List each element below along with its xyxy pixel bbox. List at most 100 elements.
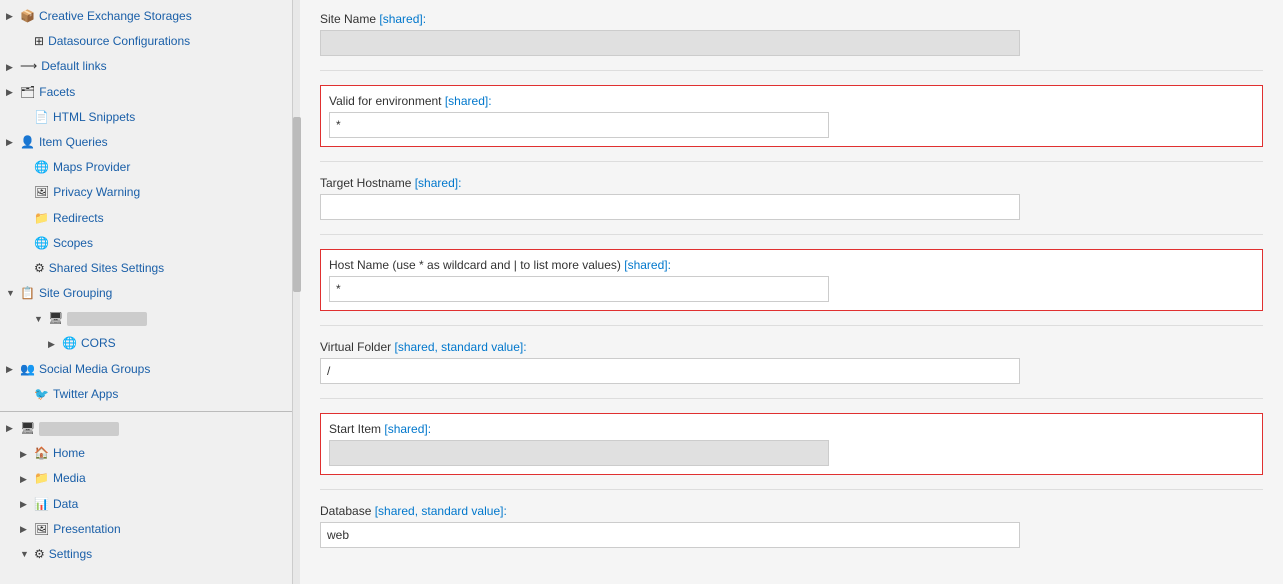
tree-label-default-links: Default links: [41, 57, 106, 76]
field-input-database[interactable]: [320, 522, 1020, 548]
tree-icon-privacy-warning: 🖼: [34, 183, 49, 202]
sidebar: ▶📦Creative Exchange Storages⊞Datasource …: [0, 0, 300, 584]
tree-icon-facets: 🗂: [20, 83, 35, 102]
tree-arrow-media: ▶: [20, 472, 32, 486]
field-shared-tag-host-name: [shared]:: [624, 258, 671, 272]
tree-label-site-grouping-child: BLURRED: [67, 312, 147, 326]
field-shared-tag-virtual-folder: [shared, standard value]:: [394, 340, 526, 354]
sidebar-item-default-links[interactable]: ▶⟶Default links: [0, 54, 299, 79]
field-divider-start-item: [320, 489, 1263, 490]
tree-icon-default-links: ⟶: [20, 57, 37, 76]
field-input-target-hostname[interactable]: [320, 194, 1020, 220]
tree-icon-media: 📁: [34, 469, 49, 488]
tree-icon-datasource-config: ⊞: [34, 32, 44, 51]
main-content: Site Name [shared]: Valid for environment…: [300, 0, 1283, 584]
sidebar-item-site-grouping-child[interactable]: ▼🖥BLURRED: [0, 306, 299, 331]
field-shared-tag-target-hostname: [shared]:: [415, 176, 462, 190]
sidebar-scroll-thumb[interactable]: [293, 117, 301, 292]
tree-label-settings-main: Settings: [49, 545, 92, 564]
sidebar-item-creative-exchange[interactable]: ▶📦Creative Exchange Storages: [0, 4, 299, 29]
tree-arrow-blurred-root: ▶: [6, 421, 18, 435]
tree-icon-scopes: 🌐: [34, 234, 49, 253]
sidebar-item-settings-main[interactable]: ▼⚙Settings: [0, 542, 299, 567]
field-divider-valid-for-environment: [320, 161, 1263, 162]
sidebar-item-html-snippets[interactable]: 📄HTML Snippets: [0, 105, 299, 130]
field-group-site-name: Site Name [shared]:: [320, 12, 1263, 56]
tree-icon-cors: 🌐: [62, 334, 77, 353]
tree-icon-home: 🏠: [34, 444, 49, 463]
tree-label-facets: Facets: [39, 83, 75, 102]
tree-arrow-site-grouping-child: ▼: [34, 312, 46, 326]
tree-arrow-social-media-groups: ▶: [6, 362, 18, 376]
field-divider-target-hostname: [320, 234, 1263, 235]
tree-arrow-home: ▶: [20, 447, 32, 461]
tree-label-twitter-apps: Twitter Apps: [53, 385, 118, 404]
tree-icon-redirects: 📁: [34, 209, 49, 228]
field-divider-host-name: [320, 325, 1263, 326]
tree-icon-settings-main: ⚙: [34, 545, 45, 564]
field-group-valid-for-environment: Valid for environment [shared]:: [320, 85, 1263, 147]
sidebar-item-social-media-groups[interactable]: ▶👥Social Media Groups: [0, 357, 299, 382]
tree-arrow-settings-main: ▼: [20, 547, 32, 561]
tree-icon-presentation: 🖼: [34, 520, 49, 539]
tree-icon-blurred-root: 🖥: [20, 419, 35, 438]
tree-arrow-presentation: ▶: [20, 522, 32, 536]
sidebar-item-datasource-config[interactable]: ⊞Datasource Configurations: [0, 29, 299, 54]
field-input-virtual-folder[interactable]: [320, 358, 1020, 384]
field-label-target-hostname: Target Hostname [shared]:: [320, 176, 1263, 190]
tree-icon-shared-sites-settings: ⚙: [34, 259, 45, 278]
field-input-start-item[interactable]: [329, 440, 829, 466]
tree-arrow-site-grouping: ▼: [6, 286, 18, 300]
tree-arrow-item-queries: ▶: [6, 135, 18, 149]
sidebar-item-privacy-warning[interactable]: 🖼Privacy Warning: [0, 180, 299, 205]
sidebar-separator: [0, 411, 299, 412]
sidebar-item-shared-sites-settings[interactable]: ⚙Shared Sites Settings: [0, 256, 299, 281]
sidebar-item-home[interactable]: ▶🏠Home: [0, 441, 299, 466]
sidebar-item-site-grouping[interactable]: ▼📋Site Grouping: [0, 281, 299, 306]
tree-icon-html-snippets: 📄: [34, 108, 49, 127]
tree-arrow-data: ▶: [20, 497, 32, 511]
field-label-site-name: Site Name [shared]:: [320, 12, 1263, 26]
field-group-host-name: Host Name (use * as wildcard and | to li…: [320, 249, 1263, 311]
tree-label-site-grouping: Site Grouping: [39, 284, 112, 303]
sidebar-item-cors[interactable]: ▶🌐CORS: [0, 331, 299, 356]
field-divider-site-name: [320, 70, 1263, 71]
sidebar-item-presentation[interactable]: ▶🖼Presentation: [0, 517, 299, 542]
sidebar-item-twitter-apps[interactable]: 🐦Twitter Apps: [0, 382, 299, 407]
sidebar-item-scopes[interactable]: 🌐Scopes: [0, 231, 299, 256]
tree-label-cors: CORS: [81, 334, 116, 353]
field-shared-tag-start-item: [shared]:: [384, 422, 431, 436]
tree-label-maps-provider: Maps Provider: [53, 158, 130, 177]
tree-label-privacy-warning: Privacy Warning: [53, 183, 140, 202]
tree-label-html-snippets: HTML Snippets: [53, 108, 135, 127]
field-input-valid-for-environment[interactable]: [329, 112, 829, 138]
sidebar-item-media[interactable]: ▶📁Media: [0, 466, 299, 491]
tree-label-media: Media: [53, 469, 86, 488]
tree-label-social-media-groups: Social Media Groups: [39, 360, 150, 379]
field-label-host-name: Host Name (use * as wildcard and | to li…: [329, 258, 1254, 272]
tree-label-shared-sites-settings: Shared Sites Settings: [49, 259, 164, 278]
tree-label-data: Data: [53, 495, 78, 514]
sidebar-item-item-queries[interactable]: ▶👤Item Queries: [0, 130, 299, 155]
tree-label-presentation: Presentation: [53, 520, 120, 539]
tree-icon-maps-provider: 🌐: [34, 158, 49, 177]
sidebar-item-blurred-root[interactable]: ▶🖥: [0, 416, 299, 441]
tree-arrow-default-links: ▶: [6, 60, 18, 74]
field-input-site-name[interactable]: [320, 30, 1020, 56]
tree-icon-site-grouping: 📋: [20, 284, 35, 303]
sidebar-item-facets[interactable]: ▶🗂Facets: [0, 80, 299, 105]
sidebar-item-maps-provider[interactable]: 🌐Maps Provider: [0, 155, 299, 180]
tree-label-datasource-config: Datasource Configurations: [48, 32, 190, 51]
tree-arrow-facets: ▶: [6, 85, 18, 99]
sidebar-item-data[interactable]: ▶📊Data: [0, 492, 299, 517]
field-group-virtual-folder: Virtual Folder [shared, standard value]:: [320, 340, 1263, 384]
tree-icon-item-queries: 👤: [20, 133, 35, 152]
sidebar-item-redirects[interactable]: 📁Redirects: [0, 206, 299, 231]
sidebar-scrollbar[interactable]: [292, 0, 300, 584]
tree-label-redirects: Redirects: [53, 209, 104, 228]
form-area: Site Name [shared]: Valid for environment…: [300, 0, 1283, 574]
field-label-virtual-folder: Virtual Folder [shared, standard value]:: [320, 340, 1263, 354]
field-group-start-item: Start Item [shared]:: [320, 413, 1263, 475]
field-divider-virtual-folder: [320, 398, 1263, 399]
field-input-host-name[interactable]: [329, 276, 829, 302]
